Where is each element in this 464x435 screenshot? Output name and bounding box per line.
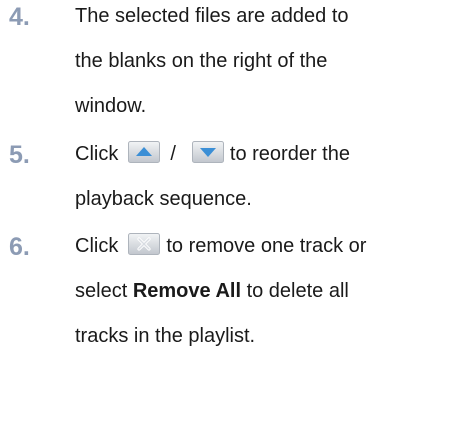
remove-text: to remove one track or <box>166 235 367 257</box>
step-line: the blanks on the right of the <box>75 50 328 72</box>
select-word: select <box>75 280 128 302</box>
step-line: Click to remove one track or <box>75 224 460 269</box>
step-line: playback sequence. <box>75 188 252 210</box>
remove-track-icon <box>128 233 161 255</box>
click-word: Click <box>75 235 119 257</box>
step-line: Click / to reorder the <box>75 132 460 177</box>
step-text: The selected files are added to the blan… <box>75 0 460 129</box>
click-word: Click <box>75 143 119 165</box>
step-line: window. <box>75 95 147 117</box>
step-line: tracks in the playlist. <box>75 325 256 347</box>
move-up-icon <box>128 141 161 163</box>
delete-text: to delete all <box>246 280 349 302</box>
step-number: 4. <box>9 3 30 31</box>
step-line: select Remove All to delete all <box>75 269 460 314</box>
remove-all-label: Remove All <box>132 280 241 302</box>
step-text: Click / to reorder the playback sequence. <box>75 132 460 222</box>
separator: / <box>170 143 176 165</box>
step-text: Click to remove one track or select Remov… <box>75 224 460 359</box>
move-down-icon <box>191 141 224 163</box>
reorder-text: to reorder the <box>229 143 350 165</box>
step-number: 6. <box>9 233 30 261</box>
step-number: 5. <box>9 141 30 169</box>
step-line: The selected files are added to <box>75 5 349 27</box>
